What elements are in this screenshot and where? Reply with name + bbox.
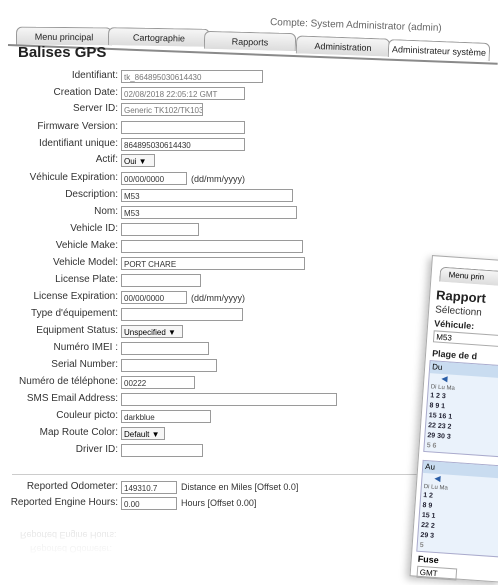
page-title: Balises GPS <box>18 44 107 61</box>
calendar-au: Au ◀ Di Lu Ma 1 2 8 9 15 1 22 2 29 3 5 <box>416 459 498 558</box>
vehicule-expiration-field[interactable]: 00/00/0000 <box>121 172 187 185</box>
vehicle-make-field[interactable] <box>121 240 303 253</box>
license-expiration-field[interactable]: 00/00/0000 <box>121 291 187 304</box>
description-field[interactable]: M53 <box>121 189 293 202</box>
nom-label: Nom: <box>94 206 118 217</box>
firmware-version-label: Firmware Version: <box>37 121 118 132</box>
reports-subtitle: Sélectionn <box>434 304 483 319</box>
serial-number-label: Serial Number: <box>51 359 118 370</box>
vehicle-id-field[interactable] <box>121 223 199 236</box>
numero-imei-label: Numéro IMEI : <box>53 342 118 353</box>
numero-imei-field[interactable] <box>121 342 209 355</box>
vehicule-expiration-hint: (dd/mm/yyyy) <box>191 174 245 184</box>
fuseau-field[interactable]: GMT <box>416 565 458 581</box>
section-divider <box>12 474 482 475</box>
plage-label: Plage de d <box>431 348 478 362</box>
tab-rapports[interactable]: Rapports <box>203 30 297 52</box>
reported-engine-hours-hint: Hours [Offset 0.00] <box>181 498 257 508</box>
vehicle-make-label: Vehicle Make: <box>55 240 118 251</box>
vehicle-model-field[interactable]: PORT CHARE <box>121 257 305 270</box>
map-route-color-label: Map Route Color: <box>39 427 118 438</box>
equipment-status-select[interactable]: Unspecified ▼ <box>121 325 183 338</box>
firmware-version-field[interactable] <box>121 121 245 134</box>
creation-date-field: 02/08/2018 22:05:12 GMT <box>121 87 245 100</box>
description-label: Description: <box>65 189 118 200</box>
type-equipement-label: Type d'équipement: <box>31 308 118 319</box>
actif-select[interactable]: Oui ▼ <box>121 154 155 167</box>
license-plate-label: License Plate: <box>55 274 118 285</box>
reports-tab-menu-principal[interactable]: Menu prin <box>439 266 498 288</box>
creation-date-label: Creation Date: <box>53 87 118 98</box>
map-route-color-select[interactable]: Default ▼ <box>121 427 165 440</box>
vehicle-model-label: Vehicle Model: <box>52 257 118 268</box>
numero-telephone-label: Numéro de téléphone: <box>19 376 118 387</box>
server-id-label: Server ID: <box>72 103 118 114</box>
driver-id-label: Driver ID: <box>75 444 118 455</box>
reported-odometer-field[interactable]: 149310.7 <box>121 481 177 494</box>
license-expiration-label: License Expiration: <box>33 291 119 302</box>
vehicule-label: Véhicule: <box>433 318 475 332</box>
tab-menu-principal[interactable]: Menu principal <box>15 26 113 46</box>
driver-id-field[interactable] <box>121 444 203 457</box>
actif-label: Actif: <box>95 154 118 165</box>
identifiant-unique-field[interactable]: 864895030614430 <box>121 138 245 151</box>
couleur-picto-field[interactable]: darkblue <box>121 410 211 423</box>
reported-engine-hours-label: Reported Engine Hours: <box>10 497 118 508</box>
identifiant-label: Identifiant: <box>71 70 118 81</box>
type-equipement-field[interactable] <box>121 308 243 321</box>
equipment-status-label: Equipment Status: <box>36 325 118 336</box>
license-expiration-hint: (dd/mm/yyyy) <box>191 293 245 303</box>
reported-odometer-hint: Distance en Miles [Offset 0.0] <box>181 482 299 492</box>
identifiant-field: tk_864895030614430 <box>121 70 263 83</box>
couleur-picto-label: Couleur picto: <box>56 410 118 421</box>
server-id-field: Generic TK102/TK103 <box>121 103 203 116</box>
reported-engine-hours-field[interactable]: 0.00 <box>121 497 177 510</box>
license-plate-field[interactable] <box>121 274 201 287</box>
vehicule-field[interactable]: M53 <box>432 330 498 348</box>
sms-email-field[interactable] <box>121 393 337 406</box>
tab-cartographie[interactable]: Cartographie <box>107 27 211 47</box>
nom-field[interactable]: M53 <box>121 206 297 219</box>
tab-administration[interactable]: Administration <box>295 35 391 57</box>
vehicule-expiration-label: Véhicule Expiration: <box>29 172 118 183</box>
reports-title: Rapport <box>435 287 487 306</box>
serial-number-field[interactable] <box>121 359 217 372</box>
fuseau-label: Fuse <box>417 553 440 566</box>
sms-email-label: SMS Email Address: <box>26 393 118 404</box>
identifiant-unique-label: Identifiant unique: <box>39 138 118 149</box>
numero-telephone-field[interactable]: 00222 <box>121 376 195 389</box>
vehicle-id-label: Vehicle ID: <box>70 223 118 234</box>
tab-administrateur-systeme[interactable]: Administrateur système <box>387 39 491 61</box>
calendar-du: Du ◀ Di Lu Ma 1 2 3 8 9 1 15 16 1 22 23 … <box>423 360 498 458</box>
